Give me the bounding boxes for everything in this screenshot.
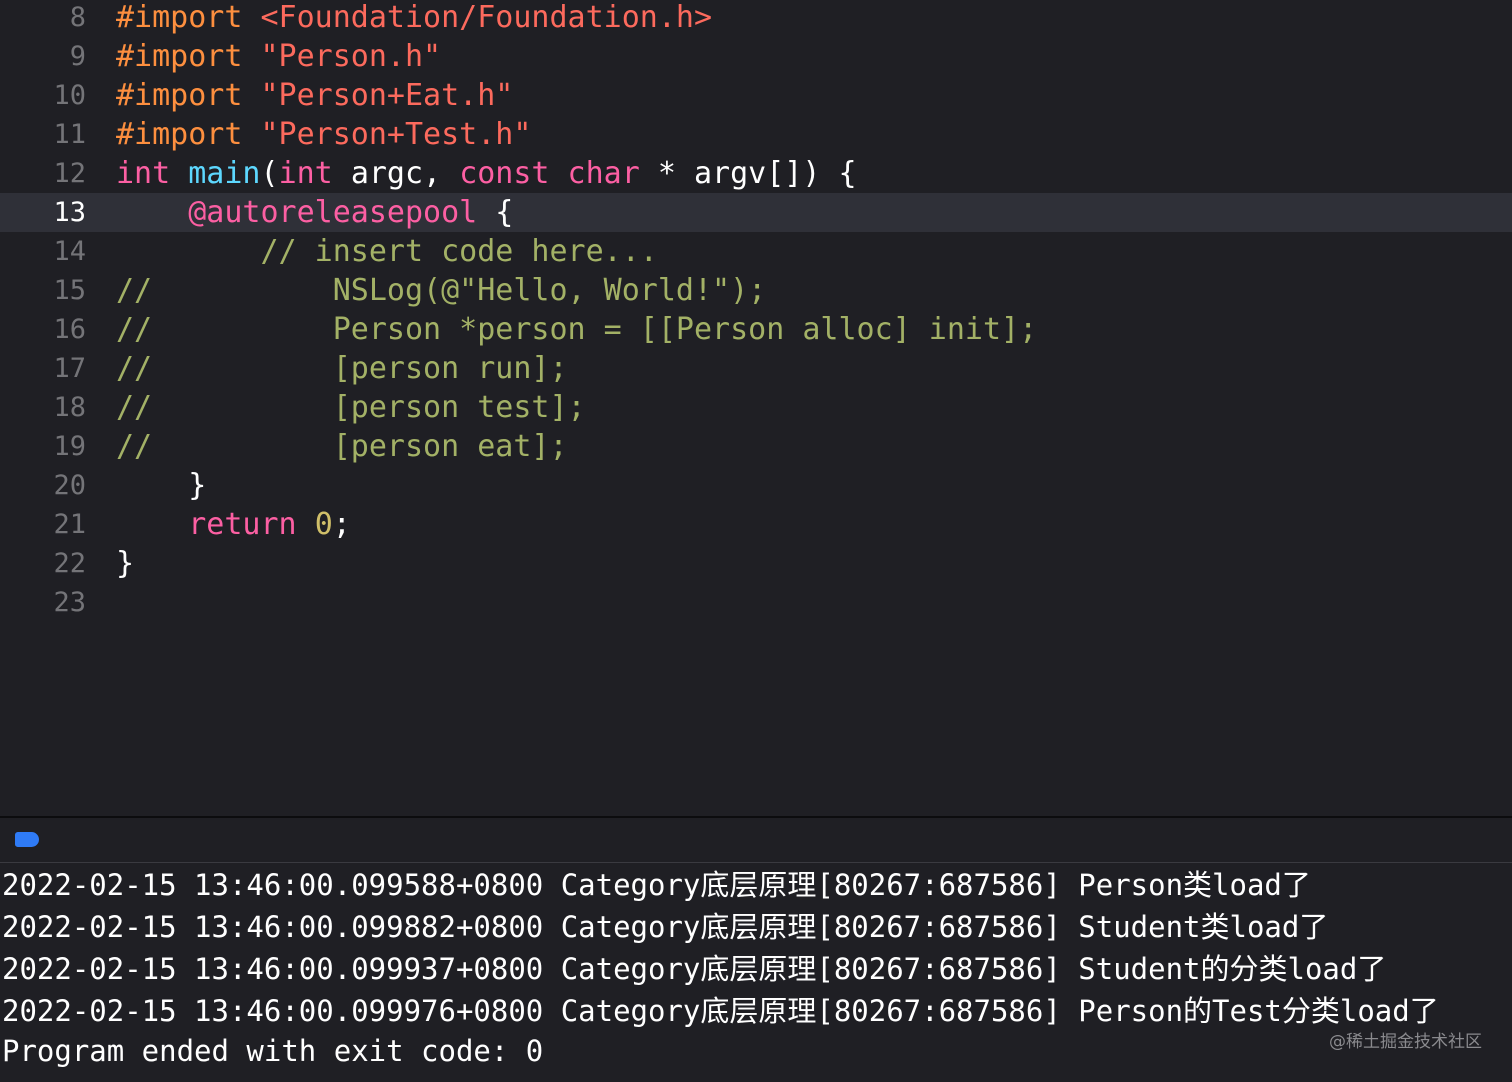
line-number: 13: [53, 197, 86, 228]
code-token: * argv[]) {: [657, 156, 857, 191]
line-number: 9: [69, 41, 86, 72]
code-token: int: [116, 156, 189, 191]
code-token: int: [278, 156, 351, 191]
code-token: #import: [116, 39, 261, 74]
line-number: 10: [53, 80, 86, 111]
code-token: }: [116, 468, 207, 503]
code-token: argc,: [350, 156, 460, 191]
code-token: const char: [459, 156, 658, 191]
debug-bar: [0, 818, 1512, 862]
code-token: // NSLog(@"Hello, World!");: [116, 273, 767, 308]
code-token: 0: [314, 507, 333, 542]
code-token: (: [260, 156, 279, 191]
code-token: "Person+Test.h": [260, 117, 532, 152]
console-line: 2022-02-15 13:46:00.099937+0800 Category…: [2, 952, 1387, 986]
code-line[interactable]: 21 return 0;: [0, 505, 1512, 544]
code-line[interactable]: 23: [0, 583, 1512, 622]
code-line[interactable]: 13 @autoreleasepool {: [0, 193, 1512, 232]
code-token: ;: [332, 507, 351, 542]
code-line[interactable]: 11 #import "Person+Test.h": [0, 115, 1512, 154]
code-token: return: [188, 507, 315, 542]
code-token: // insert code here...: [116, 234, 658, 269]
code-text: #import "Person+Eat.h": [116, 76, 513, 115]
code-line[interactable]: 20 }: [0, 466, 1512, 505]
code-token: // Person *person = [[Person alloc] init…: [116, 312, 1038, 347]
console-output[interactable]: 2022-02-15 13:46:00.099588+0800 Category…: [0, 863, 1512, 1082]
console-line: Program ended with exit code: 0: [2, 1034, 544, 1068]
code-token: // [person test];: [116, 390, 586, 425]
line-number: 20: [53, 470, 86, 501]
line-number: 14: [53, 236, 86, 267]
code-line[interactable]: 17 // [person run];: [0, 349, 1512, 388]
code-line[interactable]: 14 // insert code here...: [0, 232, 1512, 271]
code-text: // Person *person = [[Person alloc] init…: [116, 310, 1037, 349]
code-text: @autoreleasepool {: [116, 193, 513, 232]
line-number: 11: [53, 119, 86, 150]
line-number: 16: [53, 314, 86, 345]
code-token: main: [188, 156, 261, 191]
code-text: #import <Foundation/Foundation.h>: [116, 0, 712, 37]
code-text: // [person test];: [116, 388, 586, 427]
line-number: 23: [53, 587, 86, 618]
code-text: // [person run];: [116, 349, 568, 388]
code-token: // [person run];: [116, 351, 568, 386]
code-text: #import "Person.h": [116, 37, 441, 76]
code-token: // [person eat];: [116, 429, 568, 464]
console-line: 2022-02-15 13:46:00.099588+0800 Category…: [2, 868, 1311, 902]
code-line[interactable]: 19 // [person eat];: [0, 427, 1512, 466]
code-token: "Person+Eat.h": [260, 78, 514, 113]
code-editor[interactable]: 8 #import <Foundation/Foundation.h> 9 #impo…: [0, 0, 1512, 816]
code-text: return 0;: [116, 505, 351, 544]
code-line[interactable]: 22}: [0, 544, 1512, 583]
line-number: 18: [53, 392, 86, 423]
code-text: }: [116, 544, 134, 583]
code-token: #import: [116, 117, 261, 152]
code-text: // NSLog(@"Hello, World!");: [116, 271, 766, 310]
code-token: #import: [116, 78, 261, 113]
code-text: int main(int argc, const char * argv[]) …: [116, 154, 857, 193]
code-token: @autoreleasepool: [188, 195, 478, 230]
console-line: 2022-02-15 13:46:00.099882+0800 Category…: [2, 910, 1329, 944]
line-number: 17: [53, 353, 86, 384]
code-text: }: [116, 466, 206, 505]
watermark: @稀土掘金技术社区: [1329, 1032, 1482, 1052]
code-line[interactable]: 18 // [person test];: [0, 388, 1512, 427]
line-number: 8: [69, 2, 86, 33]
line-number: 15: [53, 275, 86, 306]
code-token: }: [116, 546, 135, 581]
code-line[interactable]: 8 #import <Foundation/Foundation.h>: [0, 0, 1512, 37]
line-number: 19: [53, 431, 86, 462]
line-number: 21: [53, 509, 86, 540]
code-text: #import "Person+Test.h": [116, 115, 531, 154]
breakpoints-toggle-icon[interactable]: [15, 832, 39, 847]
line-number: 22: [53, 548, 86, 579]
code-token: "Person.h": [260, 39, 442, 74]
line-number: 12: [53, 158, 86, 189]
code-line[interactable]: 9 #import "Person.h": [0, 37, 1512, 76]
code-token: {: [477, 195, 514, 230]
console-line: 2022-02-15 13:46:00.099976+0800 Category…: [2, 994, 1439, 1028]
code-token: <Foundation/Foundation.h>: [260, 0, 713, 35]
code-text: // [person eat];: [116, 427, 568, 466]
code-token: #import: [116, 0, 261, 35]
code-line[interactable]: 16 // Person *person = [[Person alloc] in…: [0, 310, 1512, 349]
code-text: // insert code here...: [116, 232, 658, 271]
code-line[interactable]: 12 int main(int argc, const char * argv[]…: [0, 154, 1512, 193]
code-line[interactable]: 15 // NSLog(@"Hello, World!");: [0, 271, 1512, 310]
code-line[interactable]: 10 #import "Person+Eat.h": [0, 76, 1512, 115]
